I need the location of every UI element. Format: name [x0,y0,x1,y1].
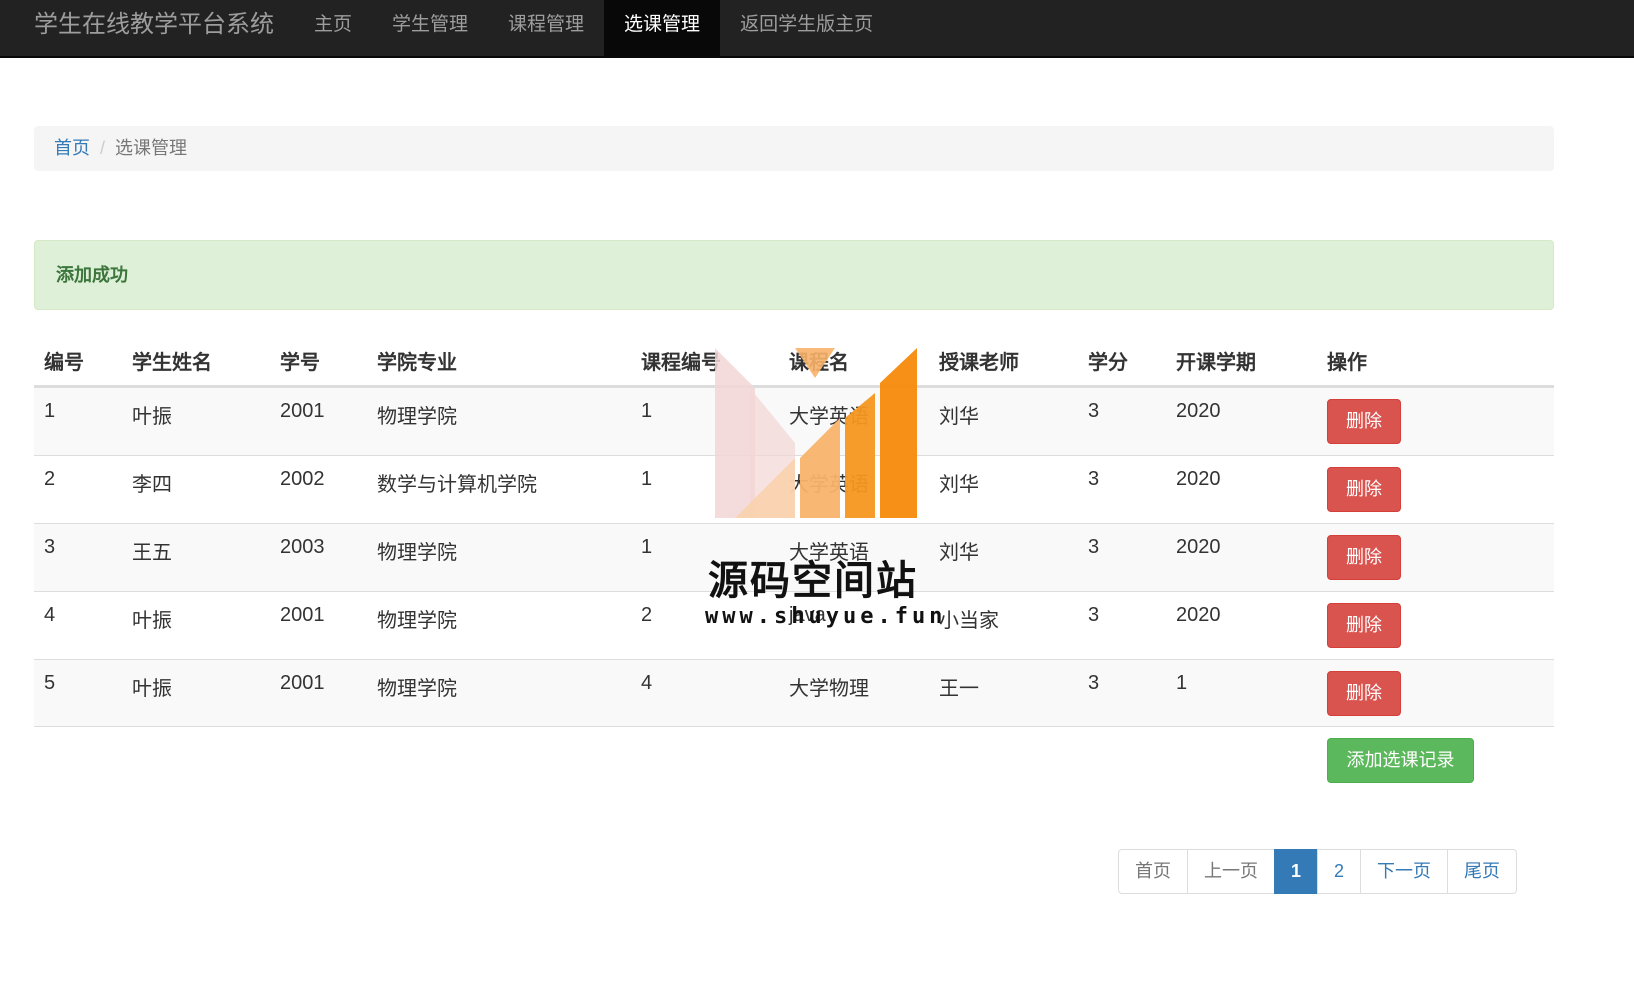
cell-course-id: 2 [641,604,653,626]
cell-credits: 3 [1088,400,1100,422]
header-id: 编号 [44,352,84,374]
page-number-2[interactable]: 2 [1317,849,1362,894]
cell-student-number: 2001 [280,400,325,422]
header-credits: 学分 [1088,352,1128,374]
cell-course-id: 1 [641,400,653,422]
nav-item-home[interactable]: 主页 [294,0,372,58]
cell-id: 2 [44,468,56,490]
table-header-row: 编号 学生姓名 学号 学院专业 课程编号 课程名 授课老师 学分 开课学期 操作 [34,336,1554,387]
page-prev-button[interactable]: 上一页 [1187,849,1275,894]
cell-course-id: 1 [641,468,653,490]
cell-credits: 3 [1088,468,1100,490]
cell-course-name: 大学物理 [789,678,869,700]
nav-item-students[interactable]: 学生管理 [372,0,488,58]
delete-button[interactable]: 删除 [1327,399,1401,444]
page-last-button[interactable]: 尾页 [1447,849,1518,894]
cell-student-number: 2003 [280,536,325,558]
cell-course-name: 大学英语 [789,474,869,496]
cell-teacher: 刘华 [939,474,979,496]
header-course-id: 课程编号 [641,352,721,374]
cell-term: 2020 [1176,400,1221,422]
cell-college-major: 物理学院 [377,678,457,700]
success-alert: 添加成功 [34,240,1554,310]
pagination: 首页 上一页 1 2 下一页 尾页 [1118,849,1518,894]
cell-course-id: 1 [641,536,653,558]
header-college-major: 学院专业 [377,352,457,374]
breadcrumb-current: 选课管理 [115,138,188,158]
cell-student-name: 叶振 [132,610,172,632]
brand-title[interactable]: 学生在线教学平台系统 [34,0,274,58]
delete-button[interactable]: 删除 [1327,535,1401,580]
cell-course-name: 大学英语 [789,406,869,428]
cell-id: 5 [44,672,56,694]
page-number-1[interactable]: 1 [1274,849,1319,894]
cell-term: 2020 [1176,604,1221,626]
breadcrumb-separator: / [100,138,106,158]
watermark-title: 源码空间站 [708,558,918,604]
nav-item-enrollment[interactable]: 选课管理 [604,0,721,58]
table-row: 5 叶振 2001 物理学院 4 大学物理 王一 3 1 删除 [34,659,1554,727]
cell-credits: 3 [1088,604,1100,626]
header-student-number: 学号 [280,352,320,374]
cell-id: 1 [44,400,56,422]
top-navbar: 学生在线教学平台系统 主页 学生管理 课程管理 选课管理 返回学生版主页 [0,0,1634,58]
header-course-name: 课程名 [789,352,849,374]
table-row: 2 李四 2002 数学与计算机学院 1 大学英语 刘华 3 2020 删除 [34,455,1554,523]
cell-college-major: 物理学院 [377,406,457,428]
cell-student-name: 王五 [132,542,172,564]
cell-term: 1 [1176,672,1188,694]
cell-college-major: 物理学院 [377,542,457,564]
watermark-url: www.shuyue.fun [705,604,947,629]
cell-student-number: 2001 [280,604,325,626]
nav-item-courses[interactable]: 课程管理 [488,0,604,58]
cell-teacher: 刘华 [939,406,979,428]
page-next-button[interactable]: 下一页 [1360,849,1449,894]
header-term: 开课学期 [1176,352,1256,374]
delete-button[interactable]: 删除 [1327,603,1401,648]
header-actions: 操作 [1327,352,1367,374]
cell-term: 2020 [1176,536,1221,558]
cell-id: 4 [44,604,56,626]
cell-student-name: 叶振 [132,678,172,700]
cell-student-name: 李四 [132,474,172,496]
cell-teacher: 刘华 [939,542,979,564]
header-teacher: 授课老师 [939,352,1019,374]
cell-teacher: 王一 [939,678,979,700]
cell-student-name: 叶振 [132,406,172,428]
cell-student-number: 2002 [280,468,325,490]
cell-college-major: 物理学院 [377,610,457,632]
cell-teacher: 小当家 [939,610,999,632]
breadcrumb-home-link[interactable]: 首页 [54,138,90,158]
cell-id: 3 [44,536,56,558]
delete-button[interactable]: 删除 [1327,467,1401,512]
nav-item-back-student-home[interactable]: 返回学生版主页 [720,0,893,58]
cell-term: 2020 [1176,468,1221,490]
table-row: 1 叶振 2001 物理学院 1 大学英语 刘华 3 2020 删除 [34,387,1554,455]
cell-course-id: 4 [641,672,653,694]
add-enrollment-button[interactable]: 添加选课记录 [1327,738,1474,783]
page-first-button[interactable]: 首页 [1118,849,1188,894]
nav-menu: 主页 学生管理 课程管理 选课管理 返回学生版主页 [294,0,893,58]
breadcrumb: 首页 / 选课管理 [34,126,1554,171]
delete-button[interactable]: 删除 [1327,671,1401,716]
cell-credits: 3 [1088,672,1100,694]
cell-college-major: 数学与计算机学院 [377,474,537,496]
cell-credits: 3 [1088,536,1100,558]
cell-student-number: 2001 [280,672,325,694]
header-student-name: 学生姓名 [132,352,212,374]
